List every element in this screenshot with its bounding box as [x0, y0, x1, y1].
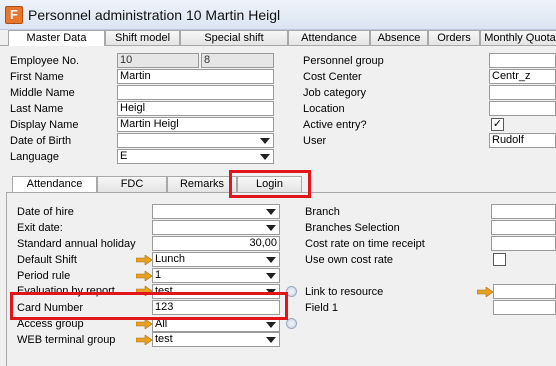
language-dropdown[interactable]: E: [117, 149, 274, 164]
arrow-right-icon[interactable]: [477, 287, 493, 297]
default-shift-value: Lunch: [155, 253, 185, 265]
arrow-right-icon[interactable]: [136, 271, 152, 281]
display-name-field[interactable]: Martin Heigl: [117, 117, 274, 132]
main-tab-bar: Master Data Shift model Special shift At…: [0, 30, 556, 46]
tab-monthly-quota[interactable]: Monthly Quota: [480, 30, 556, 45]
link-resource-field[interactable]: [493, 284, 556, 299]
access-group-value: All: [155, 318, 168, 330]
branch-field[interactable]: [491, 204, 556, 219]
cost-rate-field[interactable]: [491, 236, 556, 251]
dob-label: Date of Birth: [10, 135, 72, 147]
link-resource-label: Link to resource: [305, 286, 384, 298]
evaluation-label: Evaluation by report: [17, 285, 115, 297]
chevron-down-icon: [266, 209, 276, 215]
language-value: E: [120, 150, 128, 162]
evaluation-dropdown[interactable]: test: [152, 284, 280, 299]
access-group-dropdown[interactable]: All: [152, 317, 280, 332]
job-category-field[interactable]: [489, 85, 556, 100]
title-bar: F Personnel administration 10 Martin Hei…: [0, 0, 556, 30]
branches-selection-label: Branches Selection: [305, 222, 400, 234]
middle-name-field[interactable]: [117, 85, 274, 100]
subtab-fdc[interactable]: FDC: [97, 176, 167, 192]
web-terminal-dropdown[interactable]: test: [152, 332, 280, 347]
personnel-group-field[interactable]: [489, 53, 556, 68]
employee-no-label: Employee No.: [10, 55, 80, 67]
user-label: User: [303, 135, 327, 147]
clear-circle-icon[interactable]: [286, 318, 297, 329]
app-icon: F: [5, 6, 23, 24]
period-rule-label: Period rule: [17, 270, 71, 282]
date-of-hire-dropdown[interactable]: [152, 204, 280, 219]
evaluation-value: test: [155, 285, 173, 297]
tab-attendance[interactable]: Attendance: [288, 30, 370, 45]
access-group-label: Access group: [17, 318, 84, 330]
chevron-down-icon: [266, 257, 276, 263]
card-number-field[interactable]: 123: [152, 300, 280, 315]
holiday-field[interactable]: 30,00: [152, 236, 280, 251]
branches-selection-field[interactable]: [491, 220, 556, 235]
subtab-remarks[interactable]: Remarks: [167, 176, 237, 192]
card-number-label: Card Number: [17, 302, 84, 314]
employee-no-secondary-field: 8: [201, 53, 274, 68]
clear-circle-icon[interactable]: [286, 286, 297, 297]
branch-label: Branch: [305, 206, 340, 218]
chevron-down-icon: [266, 273, 276, 279]
location-label: Location: [303, 103, 345, 115]
chevron-down-icon: [266, 289, 276, 295]
web-terminal-value: test: [155, 333, 173, 345]
arrow-right-icon[interactable]: [136, 335, 152, 345]
field1-field[interactable]: [493, 300, 556, 315]
sub-tab-bar: Attendance FDC Remarks Login: [12, 176, 302, 192]
dob-dropdown[interactable]: [117, 133, 274, 148]
tab-absence[interactable]: Absence: [370, 30, 428, 45]
employee-no-field: 10: [117, 53, 199, 68]
window-title: Personnel administration 10 Martin Heigl: [28, 7, 281, 23]
cost-center-field[interactable]: Centr_z: [489, 69, 556, 84]
job-category-label: Job category: [303, 87, 366, 99]
tab-master-data[interactable]: Master Data: [8, 30, 105, 46]
cost-center-label: Cost Center: [303, 71, 362, 83]
chevron-down-icon: [260, 154, 270, 160]
personnel-group-label: Personnel group: [303, 55, 384, 67]
last-name-label: Last Name: [10, 103, 64, 115]
holiday-label: Standard annual holiday: [17, 238, 136, 250]
date-of-hire-label: Date of hire: [17, 206, 74, 218]
subtab-login[interactable]: Login: [237, 176, 302, 192]
chevron-down-icon: [266, 225, 276, 231]
location-field[interactable]: [489, 101, 556, 116]
chevron-down-icon: [266, 322, 276, 328]
own-cost-rate-checkbox[interactable]: [493, 253, 506, 266]
default-shift-dropdown[interactable]: Lunch: [152, 252, 280, 267]
display-name-label: Display Name: [10, 119, 79, 131]
period-rule-value: 1: [155, 269, 162, 281]
web-terminal-label: WEB terminal group: [17, 334, 116, 346]
default-shift-label: Default Shift: [17, 254, 77, 266]
chevron-down-icon: [260, 138, 270, 144]
arrow-right-icon[interactable]: [136, 286, 152, 296]
subtab-attendance[interactable]: Attendance: [12, 176, 97, 192]
field1-label: Field 1: [305, 302, 339, 314]
active-entry-label: Active entry?: [303, 119, 367, 131]
tab-shift-model[interactable]: Shift model: [105, 30, 180, 45]
exit-date-dropdown[interactable]: [152, 220, 280, 235]
arrow-right-icon[interactable]: [136, 255, 152, 265]
middle-name-label: Middle Name: [10, 87, 75, 99]
exit-date-label: Exit date:: [17, 222, 63, 234]
arrow-right-icon[interactable]: [136, 319, 152, 329]
first-name-label: First Name: [10, 71, 64, 83]
user-field[interactable]: Rudolf: [489, 133, 556, 148]
first-name-field[interactable]: Martin: [117, 69, 274, 84]
language-label: Language: [10, 151, 59, 163]
cost-rate-label: Cost rate on time receipt: [305, 238, 425, 250]
tab-special-shift[interactable]: Special shift: [180, 30, 288, 45]
period-rule-dropdown[interactable]: 1: [152, 268, 280, 283]
own-cost-rate-label: Use own cost rate: [305, 254, 394, 266]
last-name-field[interactable]: Heigl: [117, 101, 274, 116]
chevron-down-icon: [266, 337, 276, 343]
tab-orders[interactable]: Orders: [428, 30, 480, 45]
active-entry-checkbox[interactable]: ✓: [491, 118, 504, 131]
